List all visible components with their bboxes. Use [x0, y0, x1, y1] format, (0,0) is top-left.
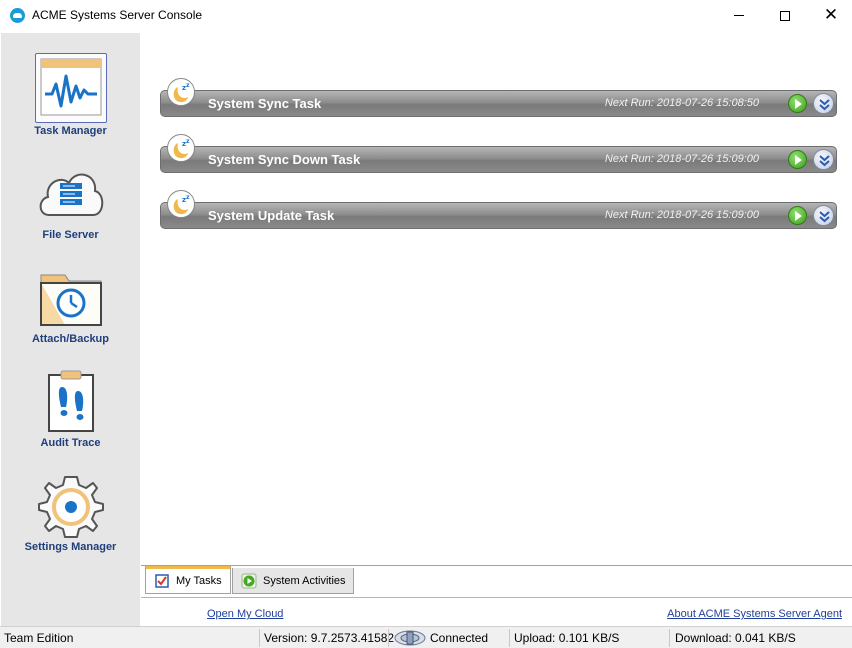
tab-label: System Activities [263, 574, 346, 587]
link-bar: Open My Cloud About ACME Systems Server … [141, 597, 852, 626]
status-bar: Team Edition Version: 9.7.2573.41582 Con… [0, 626, 852, 648]
status-edition: Team Edition [4, 631, 74, 645]
attach-backup-icon [35, 265, 107, 335]
sidebar-item-label: File Server [42, 229, 99, 241]
chevron-double-down-icon [819, 155, 830, 167]
sleep-icon: z z [167, 78, 195, 106]
title-bar: ACME Systems Server Console ✕ [0, 0, 852, 31]
run-task-button[interactable] [788, 206, 807, 225]
sidebar-item-attach-backup[interactable]: Attach/Backup [1, 265, 140, 369]
status-divider [259, 629, 260, 647]
status-divider [669, 629, 670, 647]
sidebar-item-task-manager[interactable]: Task Manager [1, 53, 140, 157]
status-upload: Upload: 0.101 KB/S [514, 631, 620, 645]
sleep-icon: z z [167, 134, 195, 162]
task-list: z z System Sync Task Next Run: 2018-07-2… [141, 33, 852, 565]
task-next-run: Next Run: 2018-07-26 15:09:00 [604, 209, 759, 221]
settings-gear-icon [35, 473, 107, 543]
run-task-button[interactable] [788, 150, 807, 169]
task-name: System Sync Down Task [208, 152, 361, 167]
chevron-double-down-icon [819, 211, 830, 223]
sidebar: Task Manager File Server Attach/Backup A… [1, 33, 140, 626]
task-name: System Sync Task [208, 96, 322, 111]
cloud-icon [10, 8, 25, 23]
task-row[interactable]: z z System Update Task Next Run: 2018-07… [160, 190, 837, 229]
svg-text:z: z [186, 82, 190, 89]
sidebar-item-label: Settings Manager [24, 541, 117, 553]
expand-task-button[interactable] [813, 93, 834, 114]
open-my-cloud-link[interactable]: Open My Cloud [207, 608, 283, 620]
svg-text:z: z [186, 194, 190, 201]
expand-task-button[interactable] [813, 149, 834, 170]
tab-my-tasks[interactable]: My Tasks [145, 566, 231, 594]
run-task-button[interactable] [788, 94, 807, 113]
sidebar-item-label: Audit Trace [40, 437, 101, 449]
status-download: Download: 0.041 KB/S [675, 631, 796, 645]
window-title: ACME Systems Server Console [32, 8, 203, 22]
task-name: System Update Task [208, 208, 335, 223]
about-link[interactable]: About ACME Systems Server Agent [667, 608, 842, 620]
task-next-run: Next Run: 2018-07-26 15:09:00 [604, 153, 759, 165]
sidebar-item-settings-manager[interactable]: Settings Manager [1, 473, 140, 577]
chevron-double-down-icon [819, 99, 830, 111]
close-button[interactable]: ✕ [808, 0, 852, 31]
sidebar-item-label: Attach/Backup [31, 333, 110, 345]
task-next-run: Next Run: 2018-07-26 15:08:50 [604, 97, 759, 109]
task-row[interactable]: z z System Sync Task Next Run: 2018-07-2… [160, 78, 837, 117]
expand-task-button[interactable] [813, 205, 834, 226]
checklist-icon [155, 574, 169, 588]
bottom-tabs: My Tasks System Activities [141, 565, 852, 597]
tab-label: My Tasks [176, 575, 222, 587]
audit-trace-icon [35, 369, 107, 439]
sidebar-item-file-server[interactable]: File Server [1, 161, 140, 265]
sleep-icon: z z [167, 190, 195, 218]
tab-system-activities[interactable]: System Activities [232, 568, 354, 594]
status-divider [509, 629, 510, 647]
status-divider [388, 629, 389, 647]
svg-text:z: z [186, 138, 190, 145]
maximize-button[interactable] [762, 0, 808, 31]
close-icon: ✕ [823, 5, 839, 25]
connection-icon [394, 627, 426, 648]
sidebar-item-label: Task Manager [34, 125, 107, 137]
play-icon [241, 573, 257, 588]
status-version: Version: 9.7.2573.41582 [264, 631, 395, 645]
minimize-button[interactable] [716, 0, 762, 31]
task-row[interactable]: z z System Sync Down Task Next Run: 2018… [160, 134, 837, 173]
status-connection: Connected [430, 631, 489, 645]
file-server-icon [35, 161, 107, 231]
task-manager-icon [35, 53, 107, 123]
sidebar-item-audit-trace[interactable]: Audit Trace [1, 369, 140, 473]
maximize-icon [780, 10, 790, 21]
minimize-icon [734, 15, 744, 16]
